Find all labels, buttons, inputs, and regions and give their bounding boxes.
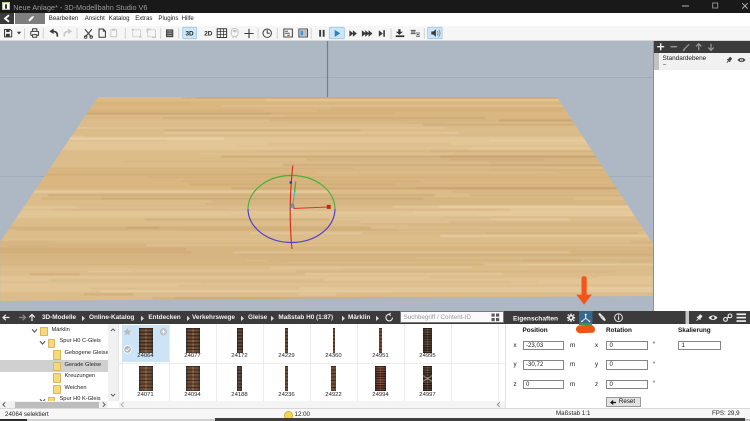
svg-text:2D: 2D xyxy=(204,31,213,38)
svg-text:Eigenschaften: Eigenschaften xyxy=(513,315,558,322)
svg-text:3D: 3D xyxy=(186,31,195,38)
